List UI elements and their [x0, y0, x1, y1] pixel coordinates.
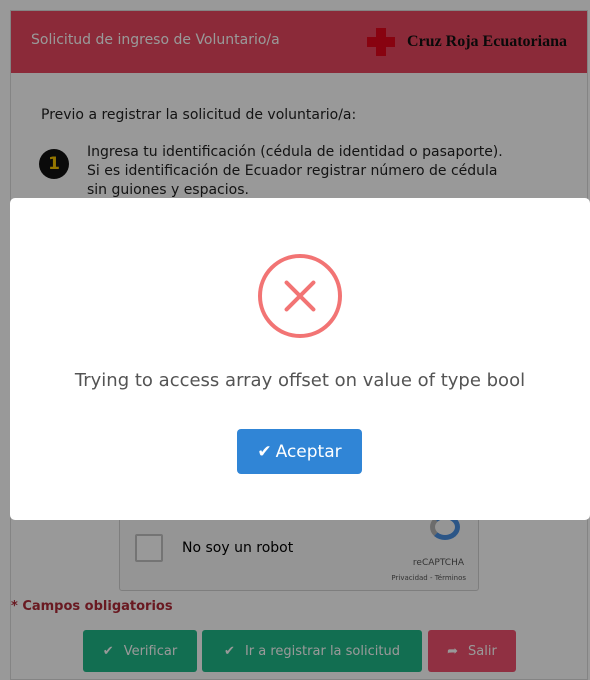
accept-label: Aceptar	[275, 441, 342, 462]
error-x-icon	[258, 254, 342, 338]
check-icon: ✔	[257, 441, 272, 462]
error-message: Trying to access array offset on value o…	[74, 370, 526, 391]
accept-button[interactable]: ✔ Aceptar	[237, 429, 362, 474]
error-dialog: Trying to access array offset on value o…	[10, 198, 590, 520]
